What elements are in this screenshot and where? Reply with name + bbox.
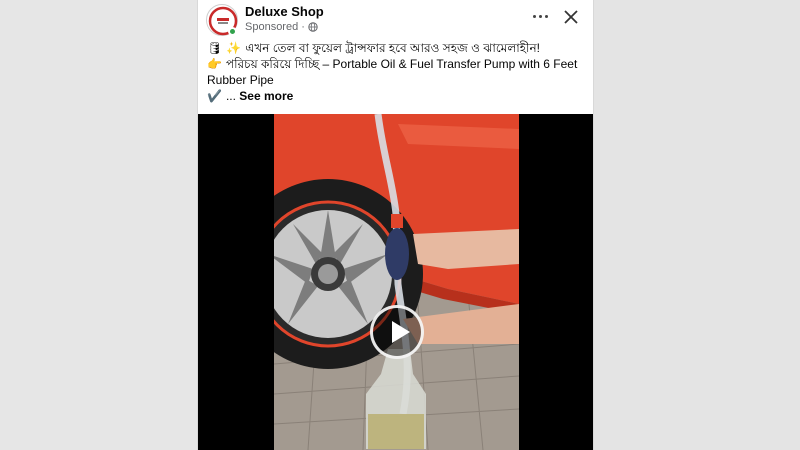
online-status-dot: [228, 27, 237, 36]
more-options-button[interactable]: [528, 6, 552, 26]
caption-text-3: Rubber Pipe: [207, 73, 274, 87]
caption-line-4: ✔️ ... See more: [207, 88, 587, 104]
page-background-right: [594, 0, 800, 450]
video-player[interactable]: [198, 114, 593, 450]
see-more-link[interactable]: See more: [239, 88, 293, 104]
sponsored-meta: Sponsored ·: [245, 21, 318, 33]
video-frame: [198, 114, 593, 450]
sponsored-label[interactable]: Sponsored: [245, 21, 298, 33]
more-horizontal-icon: [532, 14, 536, 18]
caption-line-2: 👉 পরিচয় করিয়ে দিচ্ছি – Portable Oil & …: [207, 56, 587, 72]
check-mark-emoji: ✔️: [207, 89, 222, 103]
play-button[interactable]: [370, 305, 424, 359]
meta-separator: ·: [301, 21, 305, 33]
caption-line-3: Rubber Pipe: [207, 72, 587, 88]
caption-ellipsis: ...: [225, 89, 240, 103]
sponsored-post-card: Deluxe Shop Sponsored · 🛢 ✨ এখন তেল বা ফ…: [197, 0, 594, 450]
more-dot: [544, 14, 548, 18]
oil-drum-emoji: 🛢: [207, 41, 223, 55]
close-icon[interactable]: [560, 6, 582, 28]
globe-icon: [308, 22, 318, 32]
pointing-hand-emoji: 👉: [207, 57, 222, 71]
post-caption: 🛢 ✨ এখন তেল বা ফুয়েল ট্রান্সফার হবে আরও…: [207, 40, 587, 104]
page-background-left: [0, 0, 197, 450]
caption-line-1: 🛢 ✨ এখন তেল বা ফুয়েল ট্রান্সফার হবে আরও…: [207, 40, 587, 56]
caption-text-1: এখন তেল বা ফুয়েল ট্রান্সফার হবে আরও সহজ…: [245, 41, 540, 55]
more-dot: [538, 14, 542, 18]
sparkles-emoji: ✨: [226, 41, 242, 55]
caption-text-2: পরিচয় করিয়ে দিচ্ছি – Portable Oil & Fu…: [225, 57, 578, 71]
page-name-link[interactable]: Deluxe Shop: [245, 4, 324, 19]
